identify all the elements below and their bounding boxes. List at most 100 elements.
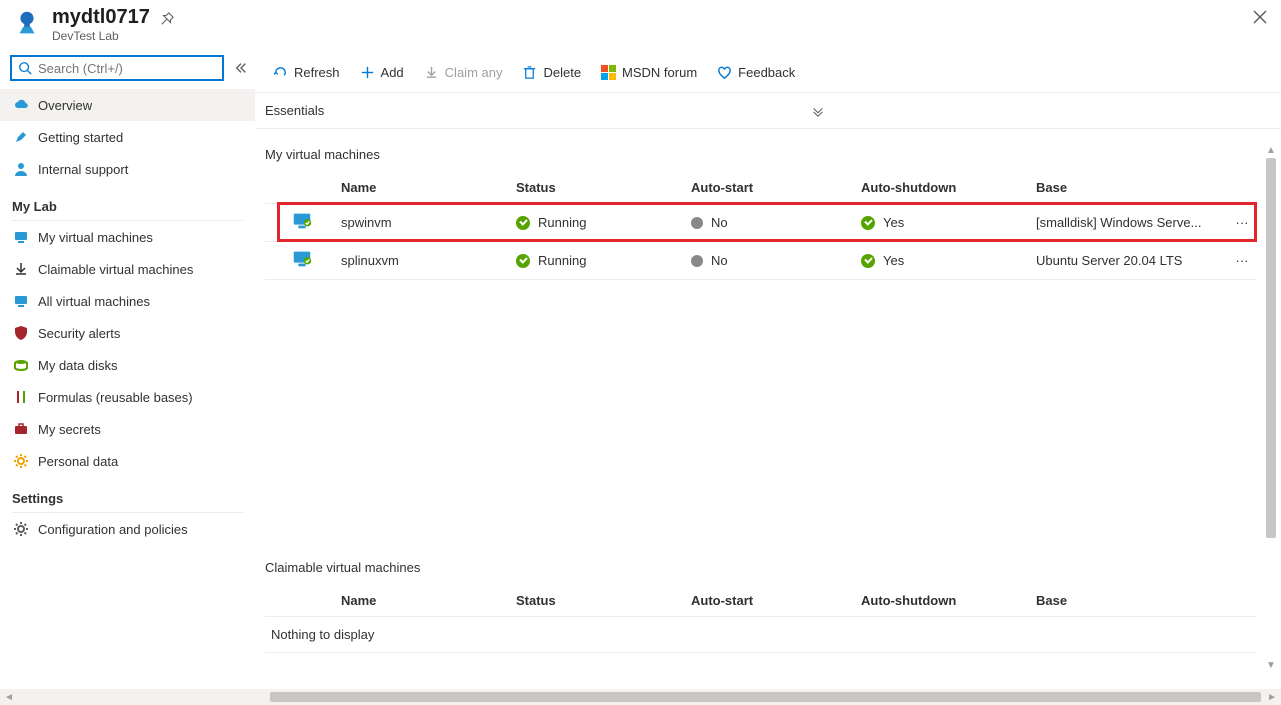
col-base[interactable]: Base bbox=[1030, 585, 1227, 617]
sidebar-item-label: Configuration and policies bbox=[38, 522, 188, 537]
sidebar-item-label: My virtual machines bbox=[38, 230, 153, 245]
claim-icon bbox=[424, 65, 439, 80]
col-autostart[interactable]: Auto-start bbox=[685, 172, 855, 204]
briefcase-icon bbox=[12, 421, 30, 437]
sidebar-item-label: Personal data bbox=[38, 454, 118, 469]
col-base[interactable]: Base bbox=[1030, 172, 1227, 204]
sidebar-item-disks[interactable]: My data disks bbox=[0, 349, 255, 381]
trash-icon bbox=[522, 65, 537, 80]
toolbar: Refresh Add Claim any bbox=[255, 53, 1281, 93]
cell-name: spwinvm bbox=[335, 204, 510, 242]
col-status[interactable]: Status bbox=[510, 585, 685, 617]
horizontal-scrollbar[interactable]: ◄ ► bbox=[0, 689, 1281, 705]
refresh-icon bbox=[273, 65, 288, 80]
msdn-button[interactable]: MSDN forum bbox=[593, 57, 705, 89]
page-title: mydtl0717 bbox=[52, 6, 150, 29]
vm-icon bbox=[291, 210, 313, 232]
vm-icon bbox=[291, 248, 313, 270]
sidebar: Overview Getting started Internal suppor… bbox=[0, 53, 255, 689]
sidebar-item-label: Formulas (reusable bases) bbox=[38, 390, 193, 405]
pin-icon[interactable] bbox=[160, 12, 174, 26]
cell-base: [smalldisk] Windows Serve... bbox=[1030, 204, 1227, 242]
table-row[interactable]: splinuxvmRunningNoYesUbuntu Server 20.04… bbox=[265, 242, 1257, 280]
sidebar-item-overview[interactable]: Overview bbox=[0, 89, 255, 121]
cloud-icon bbox=[12, 97, 30, 113]
sidebar-item-label: Claimable virtual machines bbox=[38, 262, 193, 277]
sidebar-item-label: Security alerts bbox=[38, 326, 120, 341]
claimable-table: Name Status Auto-start Auto-shutdown Bas… bbox=[265, 585, 1257, 617]
col-name[interactable]: Name bbox=[335, 585, 510, 617]
rocket-icon bbox=[12, 129, 30, 145]
search-input[interactable] bbox=[36, 60, 216, 77]
refresh-button[interactable]: Refresh bbox=[265, 57, 348, 89]
lab-icon bbox=[10, 6, 44, 40]
msdn-icon bbox=[601, 65, 616, 80]
close-icon[interactable] bbox=[1253, 10, 1267, 24]
delete-button[interactable]: Delete bbox=[514, 57, 589, 89]
scroll-left-icon[interactable]: ◄ bbox=[0, 692, 18, 703]
sidebar-group-settings: Settings bbox=[0, 477, 255, 510]
claim-any-button: Claim any bbox=[416, 57, 511, 89]
cell-autostart: No bbox=[685, 204, 855, 242]
my-vms-table: Name Status Auto-start Auto-shutdown Bas… bbox=[265, 172, 1257, 280]
cell-base: Ubuntu Server 20.04 LTS bbox=[1030, 242, 1227, 280]
feedback-button[interactable]: Feedback bbox=[709, 57, 803, 89]
add-button[interactable]: Add bbox=[352, 57, 412, 89]
scroll-thumb[interactable] bbox=[270, 692, 1261, 702]
sidebar-group-mylab: My Lab bbox=[0, 185, 255, 218]
vm-icon bbox=[12, 229, 30, 245]
page-subtitle: DevTest Lab bbox=[52, 29, 150, 43]
col-status[interactable]: Status bbox=[510, 172, 685, 204]
gear-icon bbox=[12, 453, 30, 469]
table-row[interactable]: spwinvmRunningNoYes[smalldisk] Windows S… bbox=[265, 204, 1257, 242]
gear-icon bbox=[12, 521, 30, 537]
toolbar-label: Feedback bbox=[738, 65, 795, 80]
toolbar-label: Add bbox=[381, 65, 404, 80]
shield-icon bbox=[12, 325, 30, 341]
cell-status: Running bbox=[510, 242, 685, 280]
cell-name: splinuxvm bbox=[335, 242, 510, 280]
vertical-scrollbar[interactable]: ▲ ▼ bbox=[1263, 145, 1279, 671]
col-autostart[interactable]: Auto-start bbox=[685, 585, 855, 617]
sidebar-item-claimable[interactable]: Claimable virtual machines bbox=[0, 253, 255, 285]
col-name[interactable]: Name bbox=[335, 172, 510, 204]
plus-icon bbox=[360, 65, 375, 80]
row-more-button[interactable]: ··· bbox=[1227, 242, 1257, 280]
sidebar-item-secrets[interactable]: My secrets bbox=[0, 413, 255, 445]
essentials-toggle[interactable]: Essentials bbox=[255, 93, 1281, 129]
cell-status: Running bbox=[510, 204, 685, 242]
my-vms-title: My virtual machines bbox=[265, 147, 1257, 162]
sidebar-item-config[interactable]: Configuration and policies bbox=[0, 513, 255, 545]
sidebar-item-all-vms[interactable]: All virtual machines bbox=[0, 285, 255, 317]
collapse-sidebar-icon[interactable] bbox=[234, 61, 248, 75]
person-icon bbox=[12, 161, 30, 177]
col-autoshutdown[interactable]: Auto-shutdown bbox=[855, 585, 1030, 617]
sidebar-item-formulas[interactable]: Formulas (reusable bases) bbox=[0, 381, 255, 413]
blade-header: mydtl0717 DevTest Lab bbox=[0, 0, 1281, 53]
main-content: Refresh Add Claim any bbox=[255, 53, 1281, 689]
toolbar-label: Refresh bbox=[294, 65, 340, 80]
row-more-button[interactable]: ··· bbox=[1227, 204, 1257, 242]
sidebar-item-label: My secrets bbox=[38, 422, 101, 437]
sidebar-item-personal[interactable]: Personal data bbox=[0, 445, 255, 477]
search-input-wrap[interactable] bbox=[10, 55, 224, 81]
col-autoshutdown[interactable]: Auto-shutdown bbox=[855, 172, 1030, 204]
chevron-down-icon bbox=[811, 104, 825, 118]
scroll-right-icon[interactable]: ► bbox=[1263, 692, 1281, 703]
scroll-up-icon[interactable]: ▲ bbox=[1266, 145, 1276, 156]
toolbar-label: Delete bbox=[543, 65, 581, 80]
sidebar-item-my-vms[interactable]: My virtual machines bbox=[0, 221, 255, 253]
flask-icon bbox=[12, 389, 30, 405]
cell-autoshutdown: Yes bbox=[855, 204, 1030, 242]
sidebar-item-label: All virtual machines bbox=[38, 294, 150, 309]
scroll-down-icon[interactable]: ▼ bbox=[1266, 660, 1276, 671]
sidebar-item-getting-started[interactable]: Getting started bbox=[0, 121, 255, 153]
download-icon bbox=[12, 261, 30, 277]
toolbar-label: MSDN forum bbox=[622, 65, 697, 80]
sidebar-item-internal-support[interactable]: Internal support bbox=[0, 153, 255, 185]
vm-icon bbox=[12, 293, 30, 309]
claimable-empty: Nothing to display bbox=[265, 617, 1257, 653]
sidebar-item-security[interactable]: Security alerts bbox=[0, 317, 255, 349]
scroll-thumb[interactable] bbox=[1266, 158, 1276, 538]
search-icon bbox=[18, 61, 32, 75]
